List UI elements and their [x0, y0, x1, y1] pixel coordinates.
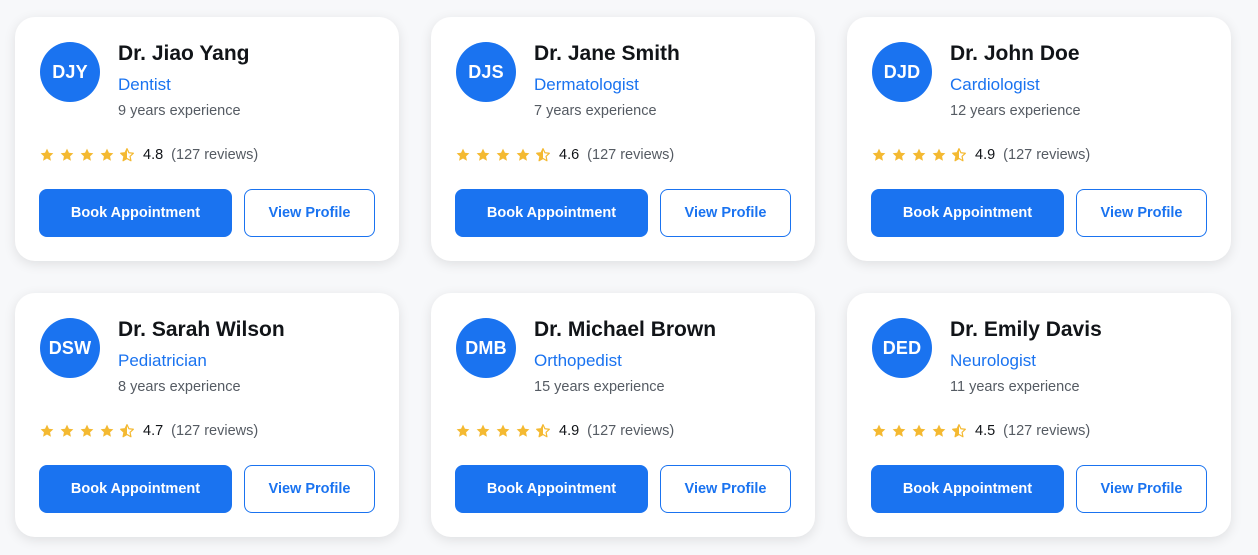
view-profile-button[interactable]: View Profile [1076, 189, 1207, 237]
star-rating [871, 147, 967, 163]
rating-row: 4.5 (127 reviews) [871, 421, 1090, 441]
star-icon [60, 148, 74, 161]
rating-row: 4.9 (127 reviews) [455, 421, 674, 441]
view-profile-button[interactable]: View Profile [1076, 465, 1207, 513]
doctor-card: DMB Dr. Michael Brown Orthopedist 15 yea… [431, 293, 815, 537]
view-profile-button[interactable]: View Profile [244, 189, 375, 237]
star-rating [455, 423, 551, 439]
star-icon [80, 424, 94, 437]
review-count: (127 reviews) [171, 423, 259, 439]
view-profile-button[interactable]: View Profile [244, 465, 375, 513]
star-icon [892, 424, 906, 437]
rating-value: 4.9 [559, 423, 580, 439]
star-icon [516, 424, 530, 437]
rating-row: 4.6 (127 reviews) [455, 145, 674, 165]
star-icon [932, 148, 946, 161]
rating-value: 4.8 [143, 147, 164, 163]
rating-row: 4.8 (127 reviews) [39, 145, 258, 165]
avatar: DED [872, 318, 932, 378]
doctor-card: DJD Dr. John Doe Cardiologist 12 years e… [847, 17, 1231, 261]
rating-value: 4.7 [143, 423, 164, 439]
star-rating [455, 147, 551, 163]
doctor-specialty: Cardiologist [950, 75, 1040, 94]
doctor-name: Dr. Jiao Yang [118, 42, 250, 65]
star-icon [932, 424, 946, 437]
star-icon [456, 148, 470, 161]
review-count: (127 reviews) [1003, 423, 1091, 439]
review-count: (127 reviews) [171, 147, 259, 163]
doctor-experience: 9 years experience [118, 103, 241, 119]
doctor-experience: 7 years experience [534, 103, 657, 119]
doctor-experience: 11 years experience [950, 379, 1080, 395]
star-icon [476, 148, 490, 161]
doctor-name: Dr. Emily Davis [950, 318, 1102, 341]
rating-row: 4.9 (127 reviews) [871, 145, 1090, 165]
star-half-icon [120, 424, 134, 438]
rating-value: 4.9 [975, 147, 996, 163]
star-icon [496, 424, 510, 437]
star-rating [39, 423, 135, 439]
doctor-card: DSW Dr. Sarah Wilson Pediatrician 8 year… [15, 293, 399, 537]
star-half-icon [952, 148, 966, 162]
doctor-card: DED Dr. Emily Davis Neurologist 11 years… [847, 293, 1231, 537]
book-appointment-button[interactable]: Book Appointment [39, 189, 232, 237]
review-count: (127 reviews) [587, 147, 675, 163]
book-appointment-button[interactable]: Book Appointment [871, 465, 1064, 513]
doctor-specialty: Neurologist [950, 351, 1036, 370]
book-appointment-button[interactable]: Book Appointment [455, 189, 648, 237]
doctor-specialty: Dentist [118, 75, 171, 94]
doctor-card: DJY Dr. Jiao Yang Dentist 9 years experi… [15, 17, 399, 261]
star-icon [476, 424, 490, 437]
doctor-name: Dr. Sarah Wilson [118, 318, 285, 341]
rating-row: 4.7 (127 reviews) [39, 421, 258, 441]
doctor-experience: 15 years experience [534, 379, 665, 395]
star-icon [80, 148, 94, 161]
doctor-specialty: Pediatrician [118, 351, 207, 370]
book-appointment-button[interactable]: Book Appointment [871, 189, 1064, 237]
avatar: DJD [872, 42, 932, 102]
star-icon [100, 424, 114, 437]
avatar: DMB [456, 318, 516, 378]
avatar: DSW [40, 318, 100, 378]
doctor-name: Dr. Jane Smith [534, 42, 680, 65]
star-icon [872, 148, 886, 161]
star-icon [40, 424, 54, 437]
rating-value: 4.5 [975, 423, 996, 439]
doctor-name: Dr. Michael Brown [534, 318, 717, 341]
star-icon [912, 424, 926, 437]
star-half-icon [536, 424, 550, 438]
star-icon [456, 424, 470, 437]
review-count: (127 reviews) [587, 423, 675, 439]
star-rating [39, 147, 135, 163]
star-icon [40, 148, 54, 161]
star-icon [496, 148, 510, 161]
star-rating [871, 423, 967, 439]
book-appointment-button[interactable]: Book Appointment [39, 465, 232, 513]
doctor-specialty: Dermatologist [534, 75, 639, 94]
star-icon [892, 148, 906, 161]
doctor-experience: 12 years experience [950, 103, 1081, 119]
avatar: DJY [40, 42, 100, 102]
review-count: (127 reviews) [1003, 147, 1091, 163]
star-icon [872, 424, 886, 437]
view-profile-button[interactable]: View Profile [660, 465, 791, 513]
star-half-icon [952, 424, 966, 438]
doctor-experience: 8 years experience [118, 379, 241, 395]
doctor-card-grid: DJY Dr. Jiao Yang Dentist 9 years experi… [15, 17, 1231, 537]
book-appointment-button[interactable]: Book Appointment [455, 465, 648, 513]
rating-value: 4.6 [559, 147, 580, 163]
avatar: DJS [456, 42, 516, 102]
star-icon [516, 148, 530, 161]
view-profile-button[interactable]: View Profile [660, 189, 791, 237]
doctor-specialty: Orthopedist [534, 351, 622, 370]
star-half-icon [536, 148, 550, 162]
star-half-icon [120, 148, 134, 162]
star-icon [912, 148, 926, 161]
star-icon [100, 148, 114, 161]
doctor-card: DJS Dr. Jane Smith Dermatologist 7 years… [431, 17, 815, 261]
doctor-name: Dr. John Doe [950, 42, 1080, 65]
star-icon [60, 424, 74, 437]
